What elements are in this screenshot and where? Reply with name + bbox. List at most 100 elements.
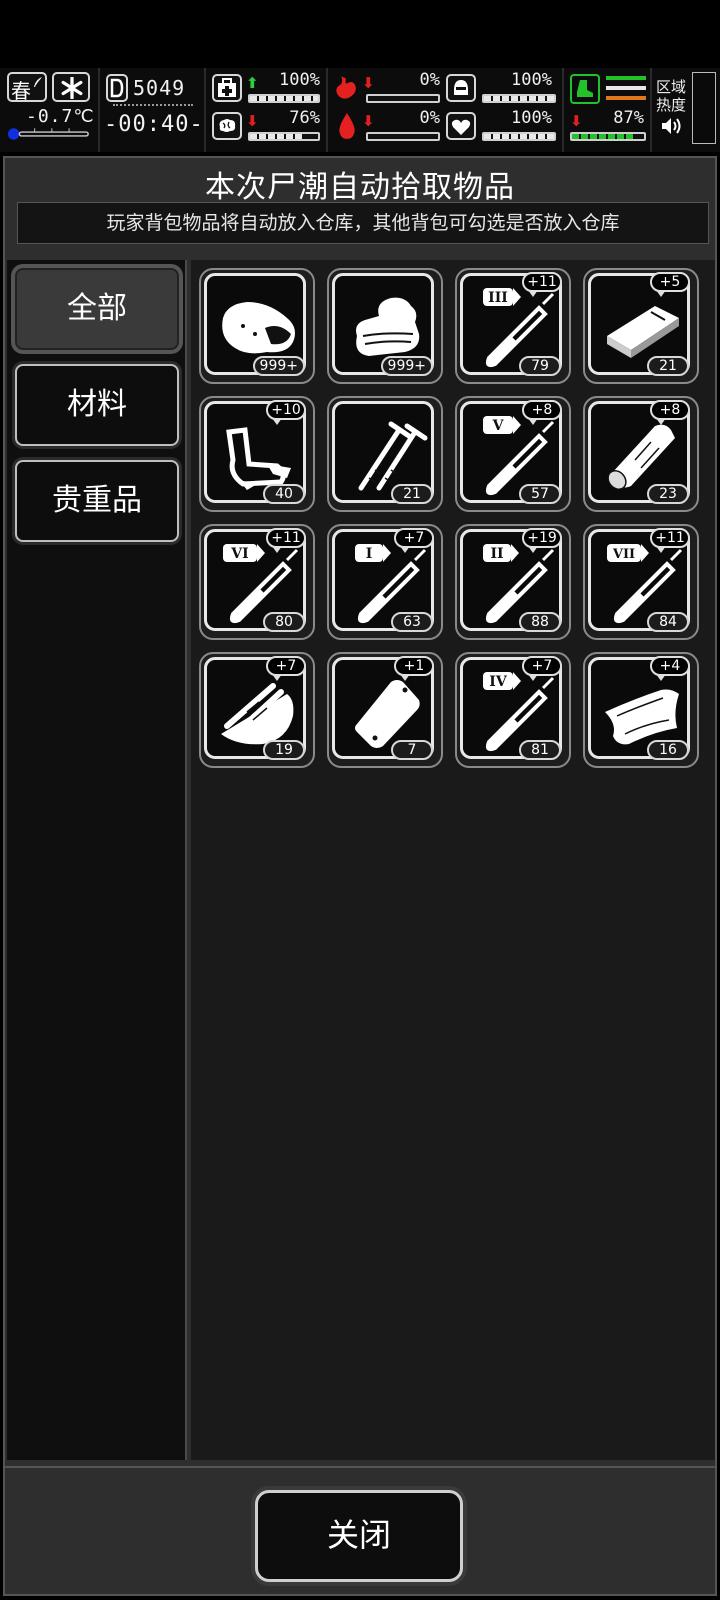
mood-value: 100% — [511, 108, 552, 128]
clock-readout: -00:40- — [104, 112, 204, 137]
item-bonus-badge: +4 — [650, 656, 690, 681]
dialog-title: 本次尸潮自动拾取物品 — [205, 170, 515, 205]
item-slot-meat[interactable]: 999+ — [199, 268, 315, 384]
item-count: 999+ — [252, 356, 305, 376]
item-bonus-badge: +11 — [266, 528, 306, 553]
day-counter: 5049 — [133, 76, 186, 100]
item-slot-planks[interactable]: +7 19 — [199, 652, 315, 768]
speaker-icon[interactable] — [660, 116, 684, 136]
item-count: 88 — [519, 612, 561, 632]
temperature-readout: -0.7℃ — [26, 106, 95, 127]
dialog-footer: 关闭 — [5, 1466, 715, 1594]
serum-tier-label: III — [488, 290, 508, 306]
item-bonus-badge: +7 — [266, 656, 306, 681]
load-line-white — [606, 86, 646, 90]
item-bonus-badge: +8 — [522, 400, 562, 425]
calendar-d-icon — [110, 78, 124, 98]
item-slot-serum-vi[interactable]: VI +11 80 — [199, 524, 315, 640]
item-bonus-badge: +7 — [522, 656, 562, 681]
tab-valuables[interactable]: 贵重品 — [15, 460, 179, 542]
item-bonus-badge: +5 — [650, 272, 690, 297]
item-slot-scrap-metal[interactable]: +10 40 — [199, 396, 315, 512]
item-slot-nails[interactable]: 21 — [327, 396, 443, 512]
season-badge: 春 — [7, 72, 47, 103]
item-slot-cloth[interactable]: 999+ — [327, 268, 443, 384]
serum-tier-label: IV — [489, 674, 508, 690]
serum-tier-label: VII — [612, 547, 635, 562]
mood-icon-box — [446, 112, 476, 140]
item-count: 19 — [263, 740, 305, 760]
quill-icon — [34, 77, 42, 87]
item-slot-serum-iv[interactable]: IV +7 81 — [455, 652, 571, 768]
serum-tier-label: I — [366, 546, 373, 562]
item-bonus-badge: +11 — [522, 272, 562, 297]
boot-icon — [577, 80, 593, 97]
item-bonus-badge: +10 — [266, 400, 306, 425]
heart-icon — [451, 119, 471, 135]
time-dots — [113, 104, 193, 108]
item-slot-plastic-bag[interactable]: +1 7 — [327, 652, 443, 768]
blood-bar — [366, 132, 440, 141]
close-button[interactable]: 关闭 — [255, 1490, 463, 1582]
serum-tier-label: II — [490, 546, 503, 562]
item-slot-serum-ii[interactable]: II +19 88 — [455, 524, 571, 640]
category-sidebar: 全部 材料 贵重品 — [7, 260, 187, 1460]
health-bar — [248, 94, 320, 103]
status-hud: 春 -0.7℃ 5049 -00:40- ⬆ 100% ⬇ 76% ⬇ 0% ⬇… — [0, 68, 720, 152]
item-slot-leather[interactable]: +4 16 — [583, 652, 699, 768]
item-count: 23 — [647, 484, 689, 504]
weather-icon-box[interactable] — [52, 72, 90, 102]
item-bonus-badge: +1 — [394, 656, 434, 681]
hunger-value: 0% — [419, 70, 440, 90]
medkit-icon — [218, 78, 236, 97]
stamina-bar — [248, 132, 320, 141]
zone-heat-gauge — [692, 72, 716, 144]
item-count: 21 — [647, 356, 689, 376]
item-slot-board[interactable]: +5 21 — [583, 268, 699, 384]
item-slot-serum-vii[interactable]: VII +11 84 — [583, 524, 699, 640]
item-slot-serum-iii[interactable]: III +11 79 — [455, 268, 571, 384]
item-count: 999+ — [380, 356, 433, 376]
item-count: 7 — [391, 740, 433, 760]
item-count: 80 — [263, 612, 305, 632]
item-slot-wood-log[interactable]: +8 23 — [583, 396, 699, 512]
helmet-icon — [454, 80, 468, 95]
stamina-icon-box — [212, 112, 242, 140]
stamina-bar-fill — [250, 134, 302, 139]
speed-bar — [570, 132, 646, 141]
subtitle-box: 玩家背包物品将自动放入仓库，其他背包可勾选是否放入仓库 — [17, 202, 709, 244]
dialog-subtitle: 玩家背包物品将自动放入仓库，其他背包可勾选是否放入仓库 — [106, 212, 620, 234]
armor-value: 100% — [511, 70, 552, 90]
speed-bar-fill — [572, 134, 635, 139]
item-count: 84 — [647, 612, 689, 632]
serum-tier-label: VI — [230, 546, 248, 562]
item-slot-serum-i[interactable]: I +7 63 — [327, 524, 443, 640]
auto-pickup-dialog: 本次尸潮自动拾取物品 玩家背包物品将自动放入仓库，其他背包可勾选是否放入仓库 全… — [3, 156, 717, 1596]
tab-materials[interactable]: 材料 — [15, 364, 179, 446]
tab-all[interactable]: 全部 — [15, 268, 179, 350]
item-count: 40 — [263, 484, 305, 504]
day-icon-box — [106, 74, 128, 102]
load-indicator-lines — [606, 76, 646, 104]
stamina-value: 76% — [289, 108, 320, 128]
item-count: 63 — [391, 612, 433, 632]
hunger-bar — [366, 94, 440, 103]
load-line-orange — [606, 96, 646, 100]
armor-icon-box — [446, 74, 476, 102]
speed-value: 87% — [613, 108, 644, 128]
blood-value: 0% — [419, 108, 440, 128]
medkit-icon-box — [212, 74, 242, 102]
armor-bar — [482, 94, 556, 103]
season-label: 春 — [11, 79, 31, 103]
item-slot-serum-v[interactable]: V +8 57 — [455, 396, 571, 512]
item-count: 81 — [519, 740, 561, 760]
load-line-green — [606, 76, 646, 80]
mood-bar — [482, 132, 556, 141]
item-grid: 999+ 999+ III +11 79 +5 21 +10 40 21 V +… — [191, 260, 715, 1460]
thermometer-icon — [7, 128, 89, 140]
snowflake-icon — [61, 77, 83, 99]
item-count: 21 — [391, 484, 433, 504]
blood-drop-icon — [339, 113, 355, 139]
item-bonus-badge: +19 — [522, 528, 562, 553]
zone-heat-label: 区域热度 — [656, 78, 687, 114]
